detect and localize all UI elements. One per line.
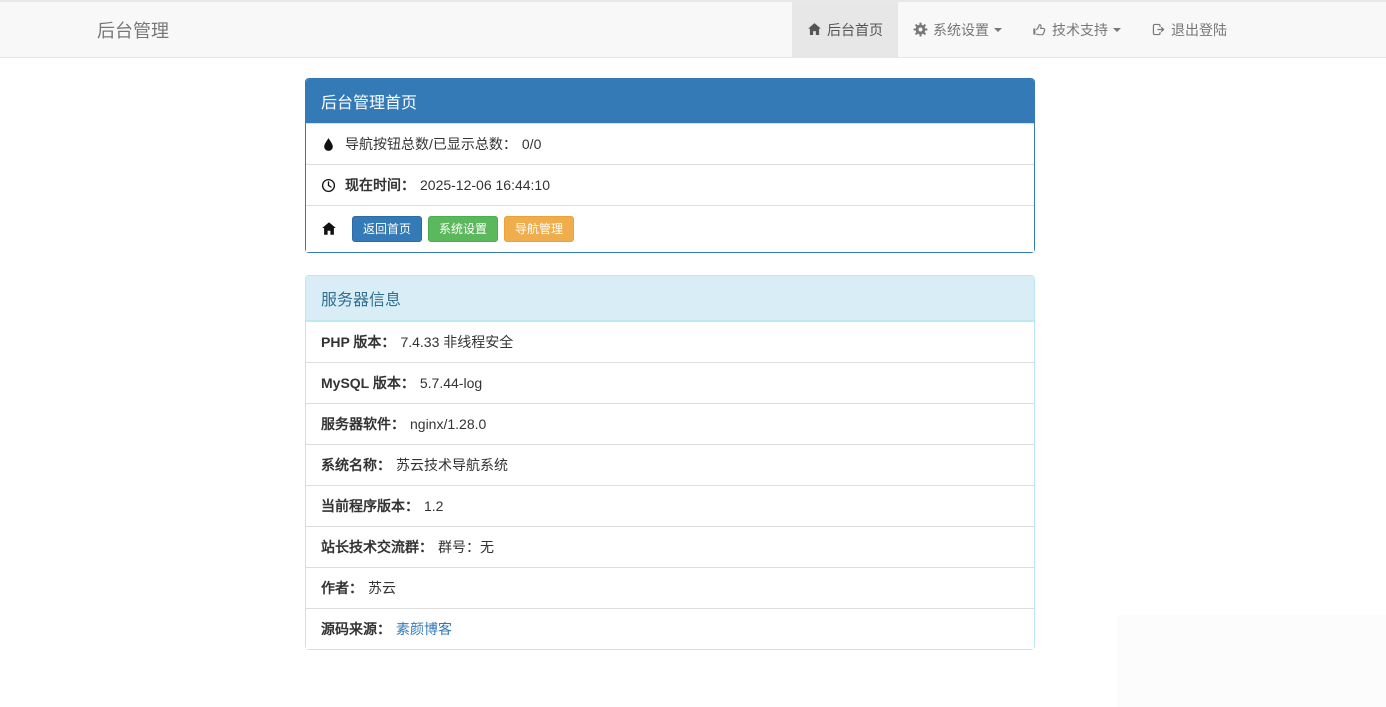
home-icon: [321, 221, 337, 237]
navbar-menu: 后台首页 系统设置 技术支持 退出登陆: [792, 2, 1242, 57]
system-settings-button[interactable]: 系统设置: [428, 216, 499, 242]
nav-item-label: 技术支持: [1052, 21, 1108, 38]
nav-manage-button[interactable]: 导航管理: [504, 216, 575, 242]
row-value: 苏云: [368, 580, 396, 596]
server-info-row-system-name: 系统名称： 苏云技术导航系统: [306, 444, 1034, 485]
chevron-down-icon: [1113, 27, 1121, 32]
server-info-panel-heading: 服务器信息: [306, 276, 1034, 321]
quick-links-row: 返回首页 系统设置 导航管理: [306, 205, 1034, 252]
row-label: 系统名称：: [321, 457, 391, 473]
server-info-row-php: PHP 版本： 7.4.33 非线程安全: [306, 321, 1034, 362]
nav-count-value: 0/0: [521, 136, 542, 152]
sign-out-icon: [1151, 22, 1166, 37]
tint-icon: [321, 137, 336, 152]
row-label: 当前程序版本：: [321, 498, 419, 514]
clock-icon: [321, 178, 336, 193]
nav-item-logout[interactable]: 退出登陆: [1136, 2, 1242, 57]
top-navbar: 后台管理 后台首页 系统设置 技术支持 退出登陆: [0, 0, 1386, 58]
nav-item-label: 系统设置: [933, 21, 989, 38]
nav-item-label: 后台首页: [827, 21, 883, 38]
admin-home-panel-heading: 后台管理首页: [306, 79, 1034, 123]
server-info-row-mysql: MySQL 版本： 5.7.44-log: [306, 362, 1034, 403]
back-home-button[interactable]: 返回首页: [352, 216, 423, 242]
nav-item-system-settings[interactable]: 系统设置: [898, 2, 1017, 57]
row-label: PHP 版本：: [321, 334, 396, 350]
row-value: nginx/1.28.0: [410, 416, 487, 432]
current-time-row: 现在时间： 2025-12-06 16:44:10: [306, 164, 1034, 205]
row-value: 7.4.33 非线程安全: [400, 334, 514, 350]
row-label: MySQL 版本：: [321, 375, 415, 391]
thumbs-up-icon: [1032, 22, 1047, 37]
panel-title: 后台管理首页: [321, 95, 418, 112]
nav-item-tech-support[interactable]: 技术支持: [1017, 2, 1136, 57]
current-time-label: 现在时间：: [345, 177, 415, 193]
chevron-down-icon: [994, 27, 1002, 32]
nav-count-label: 导航按钮总数/已显示总数：: [345, 136, 517, 152]
nav-item-label: 退出登陆: [1171, 21, 1227, 38]
server-info-row-version: 当前程序版本： 1.2: [306, 485, 1034, 526]
row-label: 站长技术交流群：: [321, 539, 433, 555]
row-value: 1.2: [424, 498, 444, 514]
row-label: 作者：: [321, 580, 363, 596]
home-icon: [807, 22, 822, 37]
nav-item-admin-home[interactable]: 后台首页: [792, 2, 898, 57]
source-blog-link[interactable]: 素颜博客: [396, 619, 452, 639]
nav-count-row: 导航按钮总数/已显示总数： 0/0: [306, 123, 1034, 164]
admin-home-panel: 后台管理首页 导航按钮总数/已显示总数： 0/0 现在时间： 2025-12-0…: [305, 78, 1035, 253]
navbar-brand[interactable]: 后台管理: [97, 2, 169, 57]
server-info-panel: 服务器信息 PHP 版本： 7.4.33 非线程安全 MySQL 版本： 5.7…: [305, 275, 1035, 650]
page-shade-artifact: [1117, 615, 1386, 707]
row-value: 群号：无: [438, 539, 494, 555]
row-value: 5.7.44-log: [419, 375, 483, 391]
server-info-row-software: 服务器软件： nginx/1.28.0: [306, 403, 1034, 444]
current-time-value: 2025-12-06 16:44:10: [420, 177, 550, 193]
gear-icon: [913, 22, 928, 37]
server-info-row-author: 作者： 苏云: [306, 567, 1034, 608]
server-info-row-qq-group: 站长技术交流群： 群号：无: [306, 526, 1034, 567]
row-label: 服务器软件：: [321, 416, 405, 432]
server-info-row-source: 源码来源： 素颜博客: [306, 608, 1034, 649]
row-label: 源码来源：: [321, 621, 391, 637]
main-content: 后台管理首页 导航按钮总数/已显示总数： 0/0 现在时间： 2025-12-0…: [305, 58, 1035, 650]
panel-title: 服务器信息: [321, 292, 402, 309]
row-value: 苏云技术导航系统: [396, 457, 508, 473]
